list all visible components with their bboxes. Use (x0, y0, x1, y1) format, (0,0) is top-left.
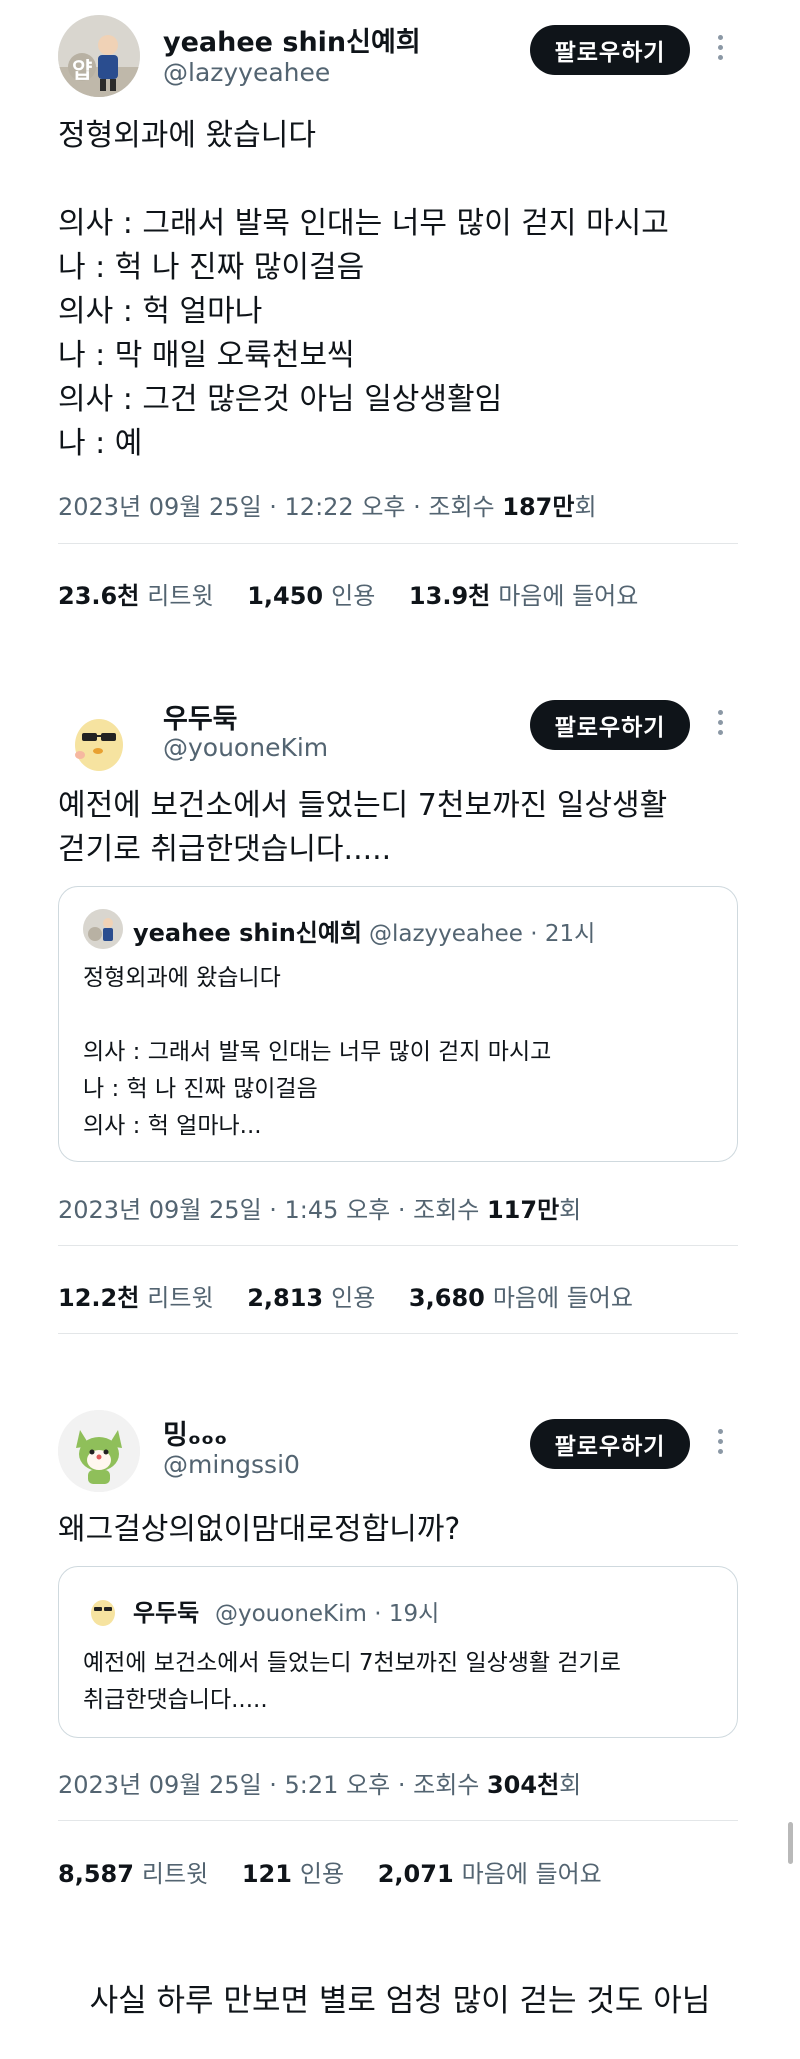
like-label: 마음에 들어요 (492, 1284, 633, 1312)
like-stat[interactable]: 13.9천 마음에 들어요 (409, 582, 638, 610)
retweet-count: 23.6천 (58, 582, 140, 610)
author-name[interactable]: 밍ₒₒₒ (163, 1413, 227, 1452)
quote-label: 인용 (299, 1860, 345, 1888)
quote-count: 1,450 (247, 582, 324, 610)
retweet-count: 8,587 (58, 1860, 134, 1888)
tweet-meta: 2023년 09월 25일 · 1:45 오후 · 조회수 117만회 (58, 1190, 581, 1225)
scrollbar-thumb[interactable] (788, 1822, 793, 1864)
retweet-label: 리트윗 (147, 1284, 214, 1312)
author-name[interactable]: yeahee shin신예희 (163, 20, 421, 59)
retweet-label: 리트윗 (141, 1860, 209, 1888)
tweet-meta: 2023년 09월 25일 · 12:22 오후 · 조회수 187만회 (58, 487, 597, 522)
quoted-tweet[interactable]: 우두둑 @youoneKim · 19시 예전에 보건소에서 들었는디 7천보까… (58, 1566, 738, 1738)
retweet-count: 12.2천 (58, 1284, 140, 1312)
quoted-author-name: 우두둑 (133, 1599, 200, 1627)
quoted-text: 예전에 보건소에서 들었는디 7천보까진 일상생활 걷기로 취급한댓습니다...… (83, 1650, 621, 1713)
avatar-label: 얍 (72, 59, 93, 84)
view-count: 187만 (502, 493, 575, 521)
quote-label: 인용 (331, 582, 376, 610)
quoted-tweet[interactable]: yeahee shin신예희 @lazyyeahee · 21시 정형외과에 왔… (58, 886, 738, 1162)
tweet-text: 정형외과에 왔습니다 의사 : 그래서 발목 인대는 너무 많이 걷지 마시고 … (58, 118, 669, 461)
author-handle[interactable]: @youoneKim (163, 733, 328, 762)
quote-stat[interactable]: 1,450 인용 (247, 582, 375, 610)
retweet-label: 리트윗 (147, 582, 214, 610)
quoted-author-handle: @lazyyeahee · 21시 (369, 921, 596, 947)
like-count: 2,071 (377, 1860, 454, 1888)
quoted-avatar (83, 909, 123, 949)
more-options-icon[interactable] (714, 1424, 726, 1460)
view-suffix: 회 (559, 1196, 582, 1224)
follow-button[interactable]: 팔로우하기 (530, 700, 690, 750)
like-label: 마음에 들어요 (461, 1860, 602, 1888)
divider (58, 543, 738, 544)
retweet-stat[interactable]: 12.2천 리트윗 (58, 1284, 214, 1312)
view-count: 304천 (486, 1771, 560, 1799)
quote-count: 2,813 (247, 1284, 324, 1312)
tweet-text: 예전에 보건소에서 들었는디 7천보까진 일상생활 걷기로 취급한댓습니다...… (58, 788, 668, 867)
author-handle[interactable]: @lazyyeahee (163, 58, 330, 87)
quote-stat[interactable]: 2,813 인용 (247, 1284, 375, 1312)
view-count: 117만 (486, 1196, 560, 1224)
view-suffix: 회 (559, 1771, 582, 1799)
tweet-date[interactable]: 2023년 09월 25일 · 1:45 오후 · 조회수 (58, 1196, 487, 1224)
author-name[interactable]: 우두둑 (163, 697, 238, 736)
quoted-author-handle: @youoneKim · 19시 (215, 1601, 440, 1627)
quoted-avatar (83, 1589, 123, 1629)
quote-count: 121 (241, 1860, 292, 1888)
tweet-meta: 2023년 09월 25일 · 5:21 오후 · 조회수 304천회 (58, 1765, 581, 1800)
more-options-icon[interactable] (714, 705, 726, 741)
quoted-author-name: yeahee shin신예희 (133, 919, 363, 947)
divider (58, 1245, 738, 1246)
caption-text: 사실 하루 만보면 별로 엄청 많이 걷는 것도 아님 (89, 1983, 711, 2019)
retweet-stat[interactable]: 8,587 리트윗 (58, 1860, 208, 1888)
avatar[interactable] (58, 695, 140, 777)
like-count: 3,680 (408, 1284, 485, 1312)
view-suffix: 회 (574, 493, 597, 521)
avatar[interactable] (58, 1410, 140, 1492)
like-count: 13.9천 (408, 582, 491, 610)
avatar[interactable]: 얍 (58, 15, 140, 97)
tweet-stats: 23.6천 리트윗 1,450 인용 13.9천 마음에 들어요 (58, 576, 664, 611)
quote-label: 인용 (331, 1284, 376, 1312)
follow-button[interactable]: 팔로우하기 (530, 25, 690, 75)
divider (58, 1820, 738, 1821)
follow-button[interactable]: 팔로우하기 (530, 1419, 690, 1469)
tweet-stats: 12.2천 리트윗 2,813 인용 3,680 마음에 들어요 (58, 1278, 659, 1313)
like-label: 마음에 들어요 (498, 582, 639, 610)
quoted-text: 정형외과에 왔습니다 의사 : 그래서 발목 인대는 너무 많이 걷지 마시고 … (83, 965, 552, 1139)
retweet-stat[interactable]: 23.6천 리트윗 (58, 582, 214, 610)
like-stat[interactable]: 3,680 마음에 들어요 (409, 1284, 633, 1312)
tweet-stats: 8,587 리트윗 121 인용 2,071 마음에 들어요 (58, 1854, 628, 1889)
divider (58, 1333, 738, 1334)
like-stat[interactable]: 2,071 마음에 들어요 (378, 1860, 602, 1888)
tweet-date[interactable]: 2023년 09월 25일 · 5:21 오후 · 조회수 (58, 1771, 487, 1799)
quote-stat[interactable]: 121 인용 (242, 1860, 344, 1888)
tweet-text: 왜그걸상의없이맘대로정합니까? (58, 1512, 461, 1547)
tweet-date[interactable]: 2023년 09월 25일 · 12:22 오후 · 조회수 (58, 493, 502, 521)
author-handle[interactable]: @mingssi0 (163, 1450, 300, 1479)
more-options-icon[interactable] (714, 30, 726, 66)
